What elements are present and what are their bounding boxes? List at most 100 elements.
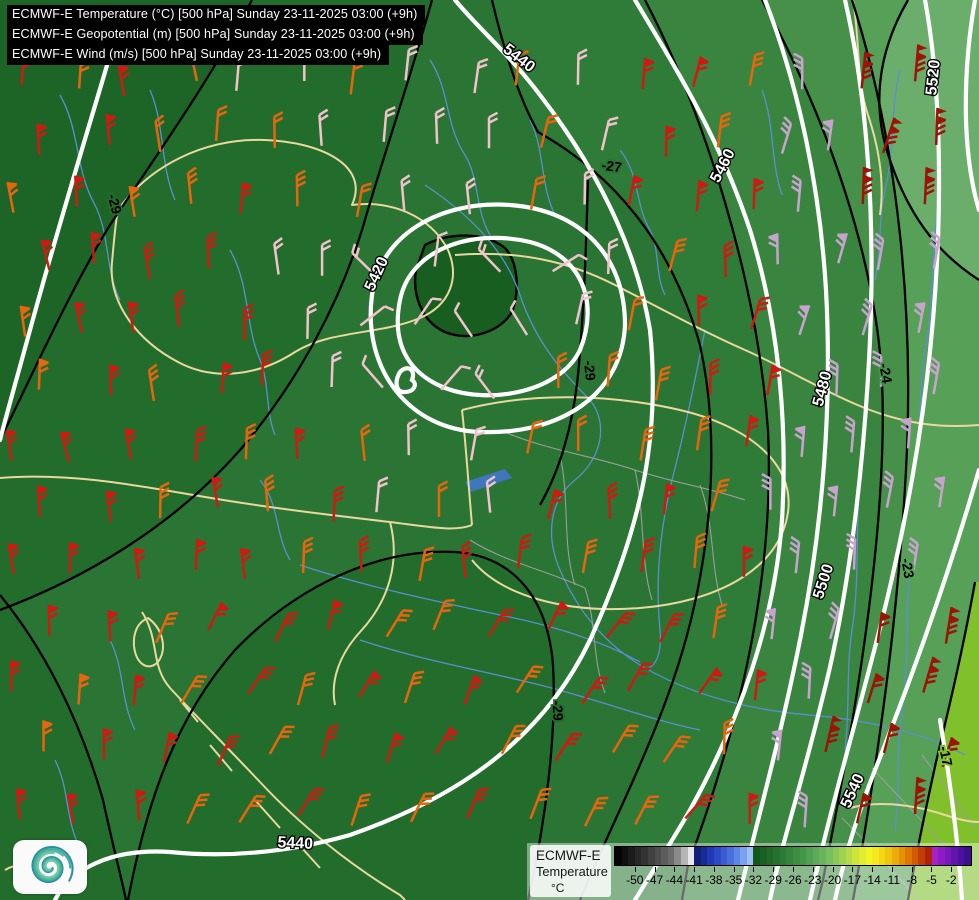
- legend-tick-mark: [733, 867, 735, 872]
- legend-color-segment: [819, 847, 826, 865]
- legend-color-segment: [812, 847, 820, 865]
- legend-tick-label: -50: [626, 873, 644, 887]
- legend-tick-mark: [812, 867, 814, 872]
- legend-tick-mark: [852, 867, 854, 872]
- legend-color-segment: [872, 847, 879, 865]
- legend-color-segment: [964, 847, 972, 865]
- legend-tick-label: -5: [926, 873, 937, 887]
- legend-parameter-label: Temperature: [536, 864, 608, 879]
- legend-color-segment: [773, 847, 780, 865]
- legend-tick-mark: [872, 867, 874, 872]
- legend-color-segment: [957, 847, 965, 865]
- legend-color-segment: [700, 847, 708, 865]
- legend-color-segment: [951, 847, 958, 865]
- legend-tick-label: -29: [764, 873, 782, 887]
- map-title-line-temperature: ECMWF-E Temperature (°C) [500 hPa] Sunda…: [7, 5, 426, 25]
- legend-color-segment: [687, 847, 695, 865]
- legend-color-segment: [911, 847, 919, 865]
- legend-tick-mark: [694, 867, 696, 872]
- legend-tick-mark: [773, 867, 775, 872]
- legend-color-segment: [720, 847, 728, 865]
- temperature-legend: ECMWF-E Temperature °C -50 -47 -44 -41 -38 -3…: [527, 843, 979, 900]
- legend-tick-mark: [951, 867, 953, 872]
- legend-tick-mark: [634, 867, 636, 872]
- spiral-stroke: [36, 851, 60, 879]
- legend-color-segment: [707, 847, 714, 865]
- weather-map-image: -29-27-29-29-24-23-17 542054405440546054…: [0, 0, 979, 900]
- geopotential-contour-label: 5440: [277, 834, 314, 853]
- legend-color-segment: [615, 847, 622, 865]
- legend-color-segment: [793, 847, 800, 865]
- legend-tick-label: -38: [705, 873, 723, 887]
- legend-tick-label: -14: [863, 873, 881, 887]
- legend-info-box: ECMWF-E Temperature °C: [530, 845, 611, 897]
- legend-color-segment: [931, 847, 939, 865]
- legend-tick-label: -11: [883, 873, 901, 887]
- map-title-block: ECMWF-E Temperature (°C) [500 hPa] Sunda…: [7, 5, 426, 65]
- legend-color-segment: [661, 847, 668, 865]
- legend-color-segment: [918, 847, 925, 865]
- weather-map-page: { "header": { "lines": [ "ECMWF-E Temper…: [0, 0, 979, 900]
- spiral-cyclone-icon: [31, 845, 74, 884]
- legend-color-segment: [766, 847, 774, 865]
- legend-color-segment: [858, 847, 866, 865]
- legend-color-segment: [839, 847, 846, 865]
- legend-tick-label: -8: [906, 873, 917, 887]
- legend-color-segment: [806, 847, 813, 865]
- legend-color-segment: [878, 847, 886, 865]
- legend-tick-mark: [832, 867, 834, 872]
- legend-color-segment: [674, 847, 681, 865]
- legend-color-segment: [891, 847, 899, 865]
- legend-tick-label: -2: [945, 873, 957, 887]
- legend-color-segment: [733, 847, 741, 865]
- temperature-contour-label: -24: [876, 362, 895, 385]
- legend-color-segment: [634, 847, 642, 865]
- legend-color-segment: [713, 847, 721, 865]
- map-title-line-wind: ECMWF-E Wind (m/s) [500 hPa] Sunday 23-1…: [7, 45, 390, 65]
- legend-tick-label: -47: [645, 873, 664, 887]
- legend-tick-label: -32: [744, 873, 763, 887]
- legend-color-segment: [667, 847, 675, 865]
- legend-color-segment: [779, 847, 787, 865]
- legend-tick-label: -35: [724, 873, 743, 887]
- legend-color-segment: [641, 847, 648, 865]
- legend-color-segment: [621, 847, 629, 865]
- legend-color-segment: [628, 847, 635, 865]
- legend-colorbar-area: -50 -47 -44 -41 -38 -35 -32 -29 -26 -23 -20 -17 -14-…: [614, 846, 974, 898]
- legend-color-segment: [727, 847, 734, 865]
- legend-tick-mark: [674, 867, 676, 872]
- legend-color-segment: [832, 847, 840, 865]
- legend-color-segment: [746, 847, 754, 865]
- legend-color-segment: [885, 847, 892, 865]
- legend-color-segment: [944, 847, 952, 865]
- legend-tick-mark: [654, 867, 656, 872]
- legend-color-segment: [852, 847, 859, 865]
- legend-tick-label: -44: [665, 873, 683, 887]
- legend-color-segment: [924, 847, 932, 865]
- legend-tick-label: -17: [843, 873, 861, 887]
- legend-tick-mark: [793, 867, 794, 872]
- legend-color-segment: [760, 847, 767, 865]
- legend-tick-label: -23: [804, 873, 822, 887]
- legend-tick-mark: [931, 867, 933, 872]
- legend-tick-label: -26: [784, 873, 802, 887]
- legend-color-segment: [898, 847, 906, 865]
- legend-color-segment: [654, 847, 662, 865]
- temperature-contour-label: -27: [601, 157, 623, 176]
- legend-color-segment: [865, 847, 873, 865]
- legend-tick-mark: [891, 867, 893, 872]
- legend-color-segment: [799, 847, 807, 865]
- legend-tick-label: -41: [685, 873, 703, 887]
- legend-tick-mark: [753, 867, 755, 872]
- legend-colorbar: [614, 846, 972, 866]
- legend-color-segment: [680, 847, 688, 865]
- legend-color-segment: [905, 847, 912, 865]
- legend-color-segment: [694, 847, 701, 865]
- temperature-contour-label: -23: [898, 557, 917, 580]
- legend-color-segment: [826, 847, 833, 865]
- legend-color-segment: [753, 847, 761, 865]
- map-title-line-geopotential: ECMWF-E Geopotential (m) [500 hPa] Sunda…: [7, 25, 423, 45]
- legend-color-segment: [786, 847, 794, 865]
- legend-unit-label: °C: [551, 881, 565, 895]
- temperature-contour-label: -29: [581, 360, 599, 382]
